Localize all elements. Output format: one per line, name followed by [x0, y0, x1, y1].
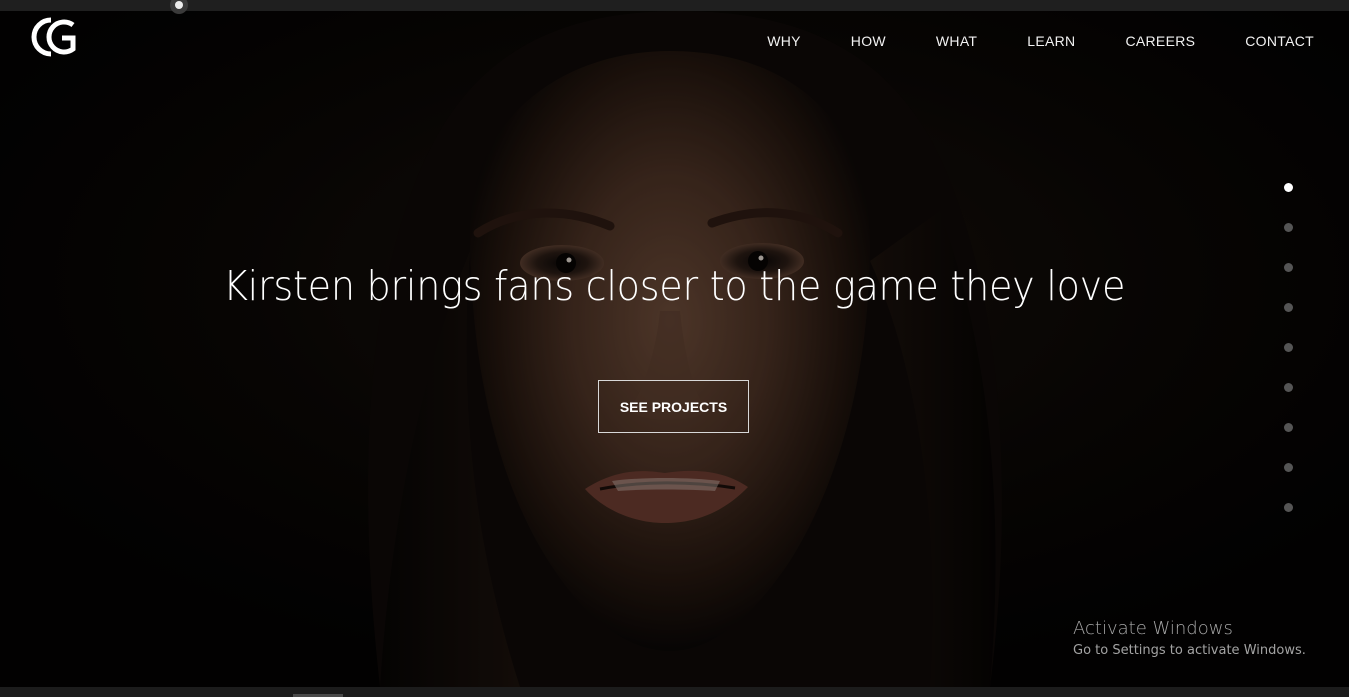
slide-dot-3[interactable]: [1284, 263, 1293, 272]
watermark-subtitle: Go to Settings to activate Windows.: [1073, 643, 1306, 658]
nav-contact[interactable]: CONTACT: [1245, 31, 1314, 51]
nav-what[interactable]: WHAT: [936, 31, 977, 51]
hero-headline: Kirsten brings fans closer to the game t…: [0, 262, 1349, 310]
page: WHY HOW WHAT LEARN CAREERS CONTACT Kirst…: [0, 0, 1349, 697]
slide-dot-5[interactable]: [1284, 343, 1293, 352]
slide-dot-2[interactable]: [1284, 223, 1293, 232]
nav-careers[interactable]: CAREERS: [1125, 31, 1195, 51]
activate-windows-watermark: Activate Windows Go to Settings to activ…: [1073, 618, 1306, 660]
watermark-title: Activate Windows: [1073, 618, 1233, 639]
hero-background-image: [0, 11, 1349, 687]
nav-how[interactable]: HOW: [851, 31, 886, 51]
slide-dot-4[interactable]: [1284, 303, 1293, 312]
slide-dot-8[interactable]: [1284, 463, 1293, 472]
top-progress-bar: [0, 0, 1349, 11]
main-nav: WHY HOW WHAT LEARN CAREERS CONTACT: [717, 31, 1314, 51]
nav-learn[interactable]: LEARN: [1027, 31, 1075, 51]
cg-monogram-logo-icon[interactable]: [29, 15, 77, 59]
bottom-scrollbar[interactable]: [0, 687, 1349, 697]
slide-pagination: [1284, 183, 1294, 543]
slide-dot-9[interactable]: [1284, 503, 1293, 512]
see-projects-button[interactable]: SEE PROJECTS: [598, 380, 749, 433]
hero-headline-text: Kirsten brings fans closer to the game t…: [223, 262, 1126, 310]
nav-why[interactable]: WHY: [767, 31, 801, 51]
portrait-photo-icon: [0, 11, 1349, 687]
slide-dot-7[interactable]: [1284, 423, 1293, 432]
slide-dot-6[interactable]: [1284, 383, 1293, 392]
slide-dot-1[interactable]: [1284, 183, 1293, 192]
